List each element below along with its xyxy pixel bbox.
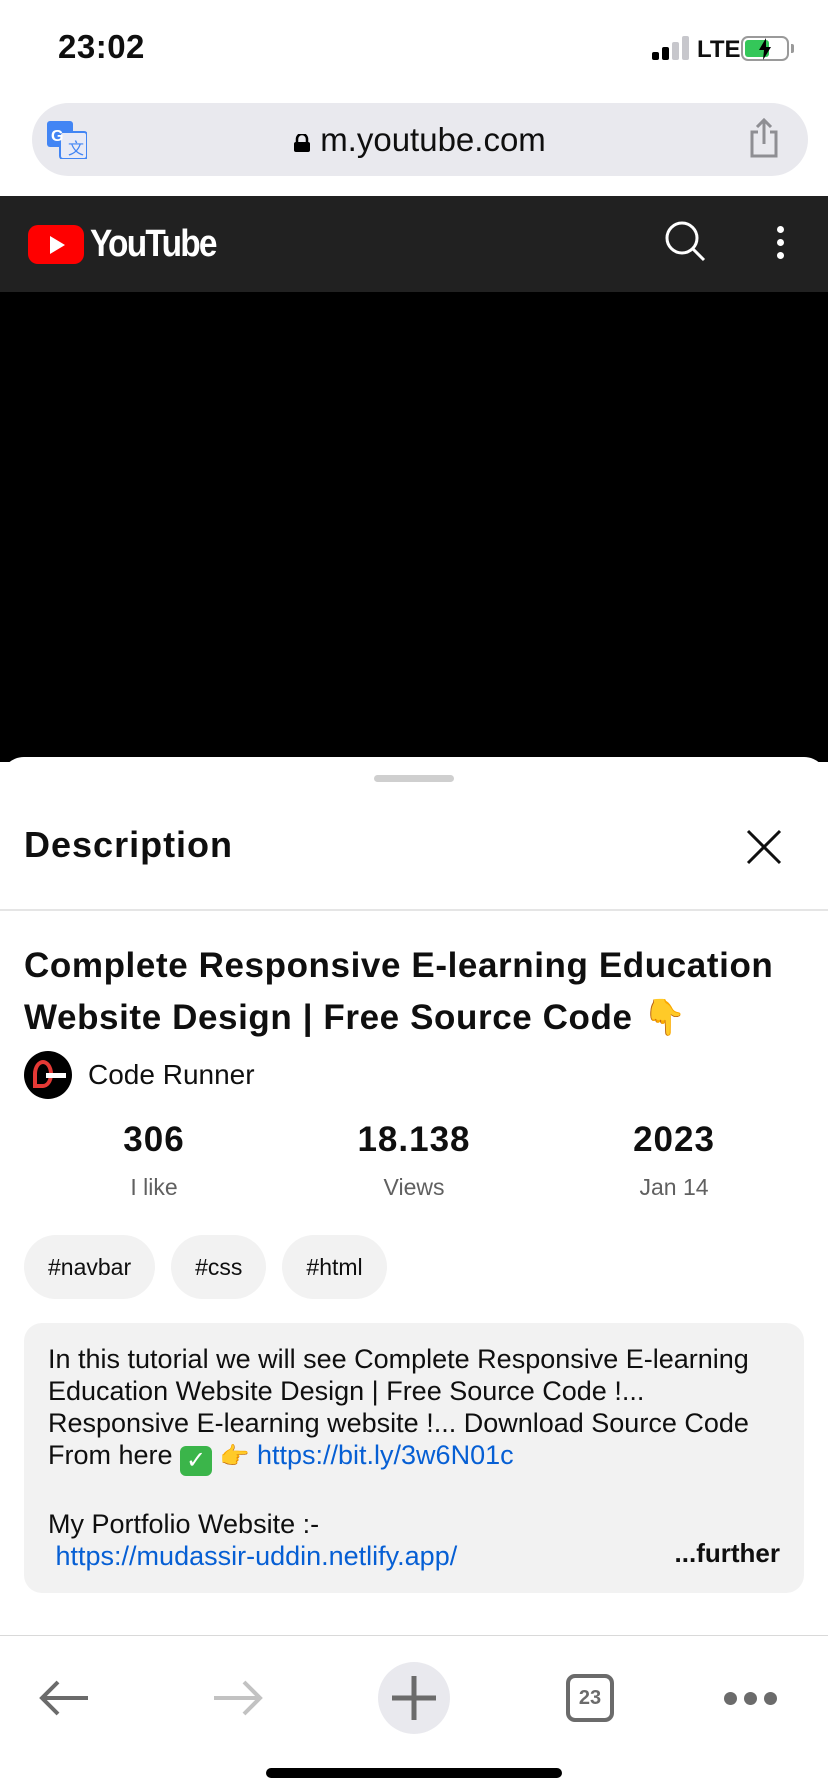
- stat-views: 18.138 Views: [314, 1120, 514, 1201]
- description-line: From here ✓ 👉 https://bit.ly/3w6N01c: [48, 1439, 780, 1476]
- youtube-logo-icon: [28, 224, 84, 264]
- drag-handle[interactable]: [374, 775, 454, 782]
- description-line: My Portfolio Website :-: [48, 1509, 320, 1539]
- avatar[interactable]: [24, 1051, 72, 1099]
- hashtag-chip[interactable]: #navbar: [24, 1235, 156, 1299]
- channel-info[interactable]: Code Runner: [24, 1051, 255, 1099]
- pointing-hand-icon: 👉: [219, 1443, 250, 1470]
- plus-icon: [392, 1676, 436, 1720]
- status-bar: 23:02 LTE: [0, 0, 828, 96]
- description-line: https://mudassir-uddin.netlify.app/: [48, 1540, 780, 1572]
- youtube-logo[interactable]: YouTube: [28, 222, 233, 265]
- tab-switcher-button[interactable]: 23: [566, 1674, 614, 1722]
- show-more-button[interactable]: ...further: [675, 1537, 780, 1569]
- source-code-link[interactable]: https://bit.ly/3w6N01c: [257, 1440, 514, 1470]
- signal-icon: [652, 36, 690, 60]
- hashtag-chip[interactable]: #css: [171, 1235, 267, 1299]
- back-arrow-icon[interactable]: [38, 1678, 90, 1718]
- description-line: In this tutorial we will see Complete Re…: [48, 1344, 749, 1374]
- description-text-span: From here: [48, 1440, 173, 1470]
- divider: [0, 909, 828, 911]
- description-sheet: Description Complete Responsive E-learni…: [0, 757, 828, 1635]
- url-display[interactable]: m.youtube.com: [32, 121, 808, 159]
- more-vertical-icon[interactable]: [770, 224, 790, 262]
- sheet-title: Description: [24, 824, 234, 865]
- youtube-header: YouTube: [0, 196, 828, 292]
- stat-label: I like: [130, 1174, 178, 1200]
- video-player[interactable]: [0, 292, 828, 762]
- stat-likes: 306 I like: [54, 1120, 254, 1201]
- home-indicator: [266, 1768, 562, 1778]
- new-tab-button[interactable]: [378, 1662, 450, 1734]
- stat-label: Jan 14: [639, 1174, 709, 1200]
- stat-value: 18.138: [357, 1120, 471, 1159]
- description-line: Education Website Design | Free Source C…: [48, 1376, 645, 1406]
- hashtag-list: #navbar #css #html: [24, 1235, 387, 1299]
- stat-value: 2023: [633, 1120, 715, 1159]
- check-mark-icon: ✓: [180, 1446, 213, 1476]
- description-text[interactable]: In this tutorial we will see Complete Re…: [24, 1323, 804, 1593]
- video-stats: 306 I like 18.138 Views 2023 Jan 14: [24, 1120, 804, 1210]
- close-icon[interactable]: [740, 823, 788, 871]
- description-line: Responsive E-learning website !... Downl…: [48, 1408, 749, 1438]
- share-icon[interactable]: [748, 118, 780, 158]
- status-time: 23:02: [58, 28, 145, 65]
- address-bar[interactable]: G 文 m.youtube.com: [32, 103, 808, 176]
- battery-icon: [741, 36, 789, 61]
- more-horizontal-icon[interactable]: [724, 1692, 778, 1706]
- hashtag-chip[interactable]: #html: [282, 1235, 387, 1299]
- video-title: Complete Responsive E-learning Education…: [24, 946, 774, 1037]
- battery-tip: [791, 44, 794, 53]
- forward-arrow-icon[interactable]: [212, 1678, 264, 1718]
- youtube-logo-text: YouTube: [90, 222, 218, 265]
- stat-date: 2023 Jan 14: [574, 1120, 774, 1201]
- url-text: m.youtube.com: [320, 121, 546, 158]
- lock-icon: [294, 134, 311, 152]
- browser-toolbar: 23: [0, 1635, 828, 1792]
- channel-name[interactable]: Code Runner: [88, 1059, 255, 1091]
- search-icon[interactable]: [664, 220, 706, 262]
- stat-value: 306: [123, 1120, 185, 1159]
- stat-label: Views: [383, 1174, 445, 1200]
- network-type: LTE: [697, 36, 741, 63]
- portfolio-link[interactable]: https://mudassir-uddin.netlify.app/: [56, 1541, 458, 1571]
